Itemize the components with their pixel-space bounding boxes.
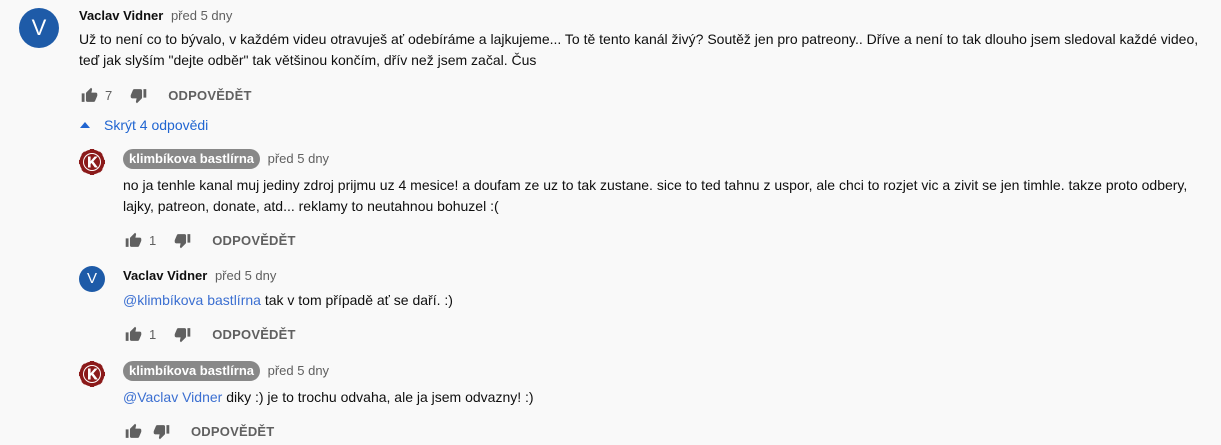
thumb-down-icon[interactable] [151, 421, 171, 441]
like-count: 1 [149, 326, 157, 342]
comment-text: Už to není co to bývalo, v každém videu … [79, 31, 1199, 68]
thumb-down-icon[interactable] [172, 230, 192, 250]
author-badge[interactable]: klimbíkova bastlírna [123, 361, 260, 381]
timestamp[interactable]: před 5 dny [268, 363, 329, 378]
thumb-down-icon[interactable] [172, 324, 192, 344]
reply-body: diky :) je to trochu odvaha, ale ja jsem… [222, 389, 534, 405]
author-name[interactable]: Vaclav Vidner [123, 268, 207, 283]
reply-button[interactable]: ODPOVĚDĚT [168, 88, 251, 103]
author-badge[interactable]: klimbíkova bastlírna [123, 149, 260, 169]
avatar[interactable]: V [79, 266, 105, 292]
author-name[interactable]: Vaclav Vidner [79, 8, 163, 23]
channel-avatar[interactable] [79, 149, 105, 175]
channel-avatar[interactable] [79, 361, 105, 387]
reply-button[interactable]: ODPOVĚDĚT [212, 233, 295, 248]
reply-header: Vaclav Vidner před 5 dny [123, 268, 276, 283]
reply-button[interactable]: ODPOVĚDĚT [212, 327, 295, 342]
caret-up-icon [80, 122, 90, 128]
mention-link[interactable]: @Vaclav Vidner [123, 389, 222, 405]
timestamp[interactable]: před 5 dny [171, 8, 232, 23]
thumb-up-icon[interactable] [123, 230, 143, 250]
reply-text: @klimbíkova bastlírna tak v tom případě … [123, 290, 453, 311]
reply-text: no ja tenhle kanal muj jediny zdroj prij… [123, 177, 1188, 214]
comment-header: Vaclav Vidner před 5 dny [79, 8, 232, 23]
reply-text: @Vaclav Vidner diky :) je to trochu odva… [123, 387, 534, 408]
reply-header: klimbíkova bastlírna před 5 dny [123, 361, 329, 381]
like-count: 1 [149, 232, 157, 248]
reply-actions: 1 ODPOVĚDĚT [123, 229, 296, 251]
reply-header: klimbíkova bastlírna před 5 dny [123, 149, 329, 169]
thumb-down-icon[interactable] [128, 85, 148, 105]
timestamp[interactable]: před 5 dny [215, 268, 276, 283]
thumb-up-icon[interactable] [79, 85, 99, 105]
reply-actions: ODPOVĚDĚT [123, 420, 274, 442]
reply-body: tak v tom případě ať se daří. :) [260, 292, 453, 308]
avatar[interactable]: V [19, 8, 59, 48]
comment-actions: 7 ODPOVĚDĚT [79, 84, 252, 106]
thumb-up-icon[interactable] [123, 421, 143, 441]
hide-replies-label: Skrýt 4 odpovědi [104, 117, 209, 133]
timestamp[interactable]: před 5 dny [268, 151, 329, 166]
mention-link[interactable]: @klimbíkova bastlírna [123, 292, 261, 308]
thumb-up-icon[interactable] [123, 324, 143, 344]
hide-replies-button[interactable]: Skrýt 4 odpovědi [80, 117, 208, 133]
reply-button[interactable]: ODPOVĚDĚT [191, 424, 274, 439]
reply-actions: 1 ODPOVĚDĚT [123, 323, 296, 345]
like-count: 7 [105, 87, 113, 103]
